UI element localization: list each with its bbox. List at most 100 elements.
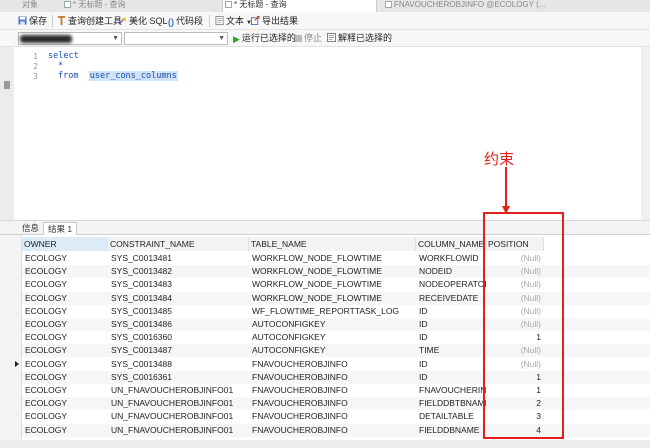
column-header-column-name[interactable]: COLUMN_NAME (416, 237, 486, 251)
row-indicator-column (0, 235, 22, 448)
tab-untitled-query-2[interactable]: * 无标题 - 查询 (222, 0, 377, 12)
table-cell-column-name[interactable]: ID (416, 305, 486, 318)
table-cell-constraint-name[interactable]: UN_FNAVOUCHEROBJINFO01 (108, 384, 249, 397)
table-cell-constraint-name[interactable]: SYS_C0013486 (108, 318, 249, 331)
tab-info[interactable]: 信息 (18, 222, 43, 236)
toolbar-separator (52, 15, 53, 27)
explain-label: 解释已选择的 (338, 33, 393, 43)
redacted-connection (20, 35, 72, 43)
column-header-owner[interactable]: OWNER (22, 237, 108, 251)
tab-table-fnavoucherobjinfo[interactable]: FNAVOUCHEROBJINFO @ECOLOGY (... (383, 0, 565, 12)
table-cell-table-name[interactable]: WF_FLOWTIME_REPORTTASK_LOG (249, 305, 416, 318)
table-cell-table-name[interactable]: AUTOCONFIGKEY (249, 344, 416, 357)
table-cell-table-name[interactable]: AUTOCONFIGKEY (249, 318, 416, 331)
save-label: 保存 (29, 16, 48, 26)
table-cell-constraint-name[interactable]: SYS_C0016360 (108, 331, 249, 344)
table-cell-constraint-name[interactable]: SYS_C0013482 (108, 265, 249, 278)
editor-scrollbar[interactable] (641, 47, 650, 220)
text-mode-button[interactable]: 文本 ▼ (215, 15, 252, 28)
table-cell-column-name[interactable]: ID (416, 371, 486, 384)
table-cell-owner[interactable]: ECOLOGY (22, 252, 108, 265)
table-cell-constraint-name[interactable]: SYS_C0013488 (108, 358, 249, 371)
export-label: 导出结果 (262, 16, 299, 26)
code-snippet-button[interactable]: () 代码段 (168, 15, 203, 28)
sql-editor[interactable]: 1 2 3 select * from user_cons_columns (0, 47, 650, 220)
tab-label: * 无标题 - 查询 (234, 0, 287, 9)
table-cell-constraint-name[interactable]: SYS_C0013484 (108, 292, 249, 305)
save-button[interactable]: 保存 (18, 15, 47, 28)
table-cell-column-name[interactable]: FNAVOUCHERINIT (416, 384, 486, 397)
table-cell-constraint-name[interactable]: UN_FNAVOUCHEROBJINFO01 (108, 410, 249, 423)
table-cell-constraint-name[interactable]: SYS_C0013481 (108, 252, 249, 265)
column-header-table-name[interactable]: TABLE_NAME (249, 237, 416, 251)
tab-label: 对象 (22, 0, 38, 9)
table-cell-constraint-name[interactable]: SYS_C0013487 (108, 344, 249, 357)
table-cell-owner[interactable]: ECOLOGY (22, 410, 108, 423)
toolbar-separator (209, 15, 210, 27)
table-cell-owner[interactable]: ECOLOGY (22, 358, 108, 371)
connection-select[interactable]: ▼ (18, 32, 122, 45)
table-cell-owner[interactable]: ECOLOGY (22, 318, 108, 331)
table-cell-column-name[interactable]: ID (416, 358, 486, 371)
query-toolbar: 保存 查询创建工具 美化 SQL () 代码段 文本 ▼ 导出结果 (0, 12, 650, 30)
play-icon: ▶ (233, 34, 240, 44)
run-selected-label: 运行已选择的 (241, 33, 296, 43)
table-cell-table-name[interactable]: WORKFLOW_NODE_FLOWTIME (249, 252, 416, 265)
export-icon (251, 16, 260, 25)
table-cell-constraint-name[interactable]: SYS_C0013483 (108, 278, 249, 291)
table-cell-owner[interactable]: ECOLOGY (22, 344, 108, 357)
table-cell-owner[interactable]: ECOLOGY (22, 331, 108, 344)
table-cell-constraint-name[interactable]: UN_FNAVOUCHEROBJINFO01 (108, 397, 249, 410)
table-icon (385, 1, 392, 8)
table-cell-column-name[interactable]: NODEID (416, 265, 486, 278)
table-cell-constraint-name[interactable]: SYS_C0016361 (108, 371, 249, 384)
table-cell-table-name[interactable]: AUTOCONFIGKEY (249, 331, 416, 344)
query-builder-button[interactable]: 查询创建工具 (57, 15, 122, 28)
table-cell-column-name[interactable]: TIME (416, 344, 486, 357)
table-cell-column-name[interactable]: ID (416, 331, 486, 344)
run-selected-button[interactable]: ▶ 运行已选择的 (233, 32, 296, 45)
table-cell-table-name[interactable]: FNAVOUCHEROBJINFO (249, 384, 416, 397)
column-header-constraint-name[interactable]: CONSTRAINT_NAME (108, 237, 249, 251)
table-cell-constraint-name[interactable]: SYS_C0013485 (108, 305, 249, 318)
table-cell-owner[interactable]: ECOLOGY (22, 397, 108, 410)
beautify-label: 美化 SQL (129, 16, 168, 26)
tab-label: FNAVOUCHEROBJINFO @ECOLOGY (... (394, 0, 546, 9)
table-cell-column-name[interactable]: FIELDDBTBNAME (416, 397, 486, 410)
table-cell-column-name[interactable]: RECEIVEDATE (416, 292, 486, 305)
tab-untitled-query-1[interactable]: * 无标题 - 查询 (62, 0, 212, 12)
table-cell-column-name[interactable]: NODEOPERATOR (416, 278, 486, 291)
table-cell-owner[interactable]: ECOLOGY (22, 424, 108, 437)
database-select[interactable]: ▼ (124, 32, 228, 45)
table-cell-table-name[interactable]: FNAVOUCHEROBJINFO (249, 358, 416, 371)
table-cell-table-name[interactable]: WORKFLOW_NODE_FLOWTIME (249, 265, 416, 278)
table-cell-owner[interactable]: ECOLOGY (22, 265, 108, 278)
code-line-3: from user_cons_columns (58, 71, 178, 81)
stop-button[interactable]: 停止 (295, 32, 322, 45)
table-cell-column-name[interactable]: DETAILTABLE (416, 410, 486, 423)
explain-icon (327, 33, 336, 42)
table-cell-owner[interactable]: ECOLOGY (22, 384, 108, 397)
export-results-button[interactable]: 导出结果 (251, 15, 298, 28)
table-cell-column-name[interactable]: WORKFLOWID (416, 252, 486, 265)
table-cell-constraint-name[interactable]: UN_FNAVOUCHEROBJINFO01 (108, 424, 249, 437)
table-cell-table-name[interactable]: WORKFLOW_NODE_FLOWTIME (249, 292, 416, 305)
table-cell-owner[interactable]: ECOLOGY (22, 278, 108, 291)
table-cell-column-name[interactable]: FIELDDBNAME (416, 424, 486, 437)
table-cell-table-name[interactable]: FNAVOUCHEROBJINFO (249, 410, 416, 423)
table-cell-table-name[interactable]: FNAVOUCHEROBJINFO (249, 397, 416, 410)
code-line-2: * (58, 61, 63, 71)
table-cell-owner[interactable]: ECOLOGY (22, 292, 108, 305)
table-cell-table-name[interactable]: FNAVOUCHEROBJINFO (249, 424, 416, 437)
table-cell-column-name[interactable]: ID (416, 318, 486, 331)
tab-objects[interactable]: 对象 (20, 0, 60, 12)
table-cell-table-name[interactable]: FNAVOUCHEROBJINFO (249, 371, 416, 384)
sql-keyword: select (48, 51, 79, 61)
tab-result-1[interactable]: 结果 1 (43, 222, 78, 236)
explain-selected-button[interactable]: 解释已选择的 (327, 32, 392, 45)
beautify-icon (118, 16, 127, 25)
beautify-sql-button[interactable]: 美化 SQL (118, 15, 168, 28)
table-cell-owner[interactable]: ECOLOGY (22, 371, 108, 384)
table-cell-owner[interactable]: ECOLOGY (22, 305, 108, 318)
table-cell-table-name[interactable]: WORKFLOW_NODE_FLOWTIME (249, 278, 416, 291)
